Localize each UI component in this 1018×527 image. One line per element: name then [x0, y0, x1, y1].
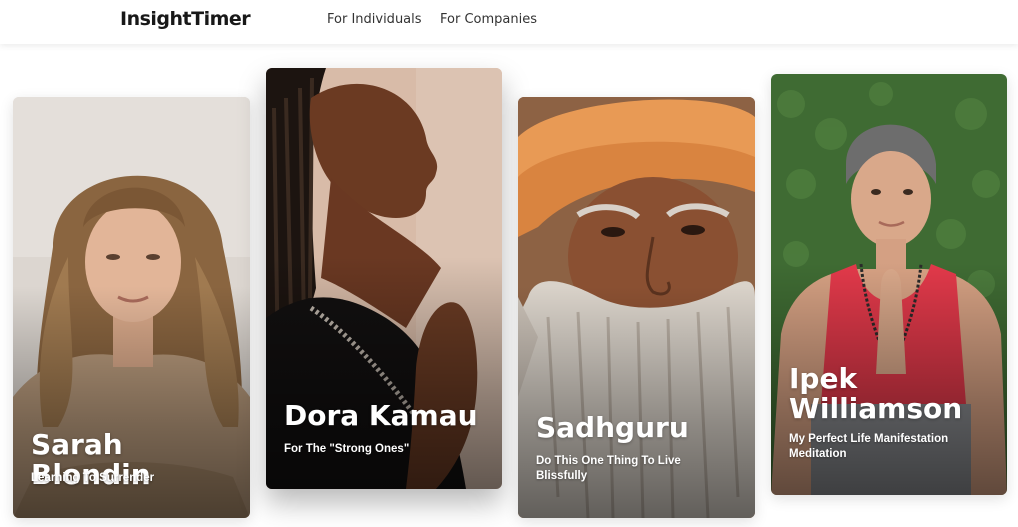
insight-timer-logo[interactable]: InsightTimer — [120, 8, 251, 30]
teacher-cards-section: Sarah Blondin Learning To Surrender Dora… — [0, 44, 1018, 527]
teacher-card-sadhguru[interactable]: Sadhguru Do This One Thing To Live Bliss… — [518, 97, 755, 518]
teacher-name: Dora Kamau — [284, 399, 478, 432]
teacher-name: Ipek Williamson — [789, 362, 963, 425]
teacher-session-title: Learning To Surrender — [31, 472, 155, 484]
teacher-card-sarah-blondin[interactable]: Sarah Blondin Learning To Surrender — [13, 97, 250, 518]
teacher-card-ipek-williamson[interactable]: Ipek Williamson My Perfect Life Manifest… — [771, 74, 1007, 495]
nav-for-individuals[interactable]: For Individuals — [327, 12, 422, 27]
teacher-session-title: Do This One Thing To Live Blissfully — [536, 455, 681, 482]
teacher-card-dora-kamau[interactable]: Dora Kamau For The "Strong Ones" — [266, 68, 502, 489]
teacher-session-title: For The "Strong Ones" — [284, 443, 410, 455]
teacher-name: Sadhguru — [536, 411, 689, 444]
nav-for-companies[interactable]: For Companies — [440, 12, 537, 27]
top-navigation-bar: InsightTimer For Individuals For Compani… — [0, 0, 1018, 44]
teacher-session-title: My Perfect Life Manifestation Meditation — [789, 433, 949, 460]
